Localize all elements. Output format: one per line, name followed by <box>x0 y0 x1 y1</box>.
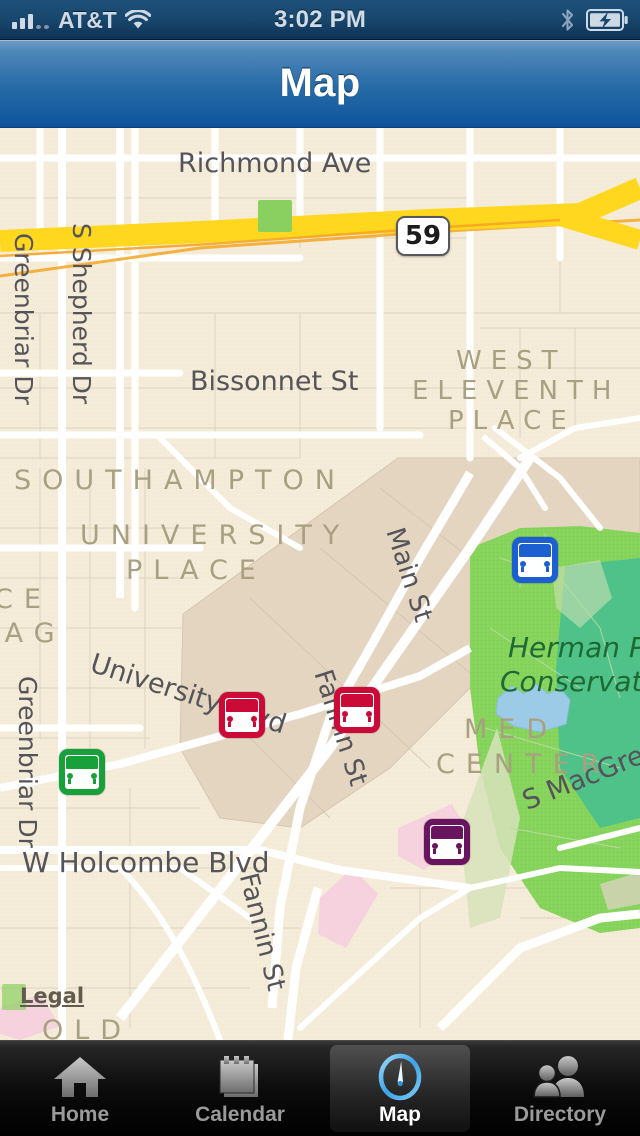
bus-marker-blue[interactable] <box>512 537 558 583</box>
bus-marker-red-1[interactable] <box>219 692 265 738</box>
navigation-bar: Map <box>0 40 640 128</box>
tab-calendar[interactable]: Calendar <box>160 1041 320 1136</box>
tab-home[interactable]: Home <box>0 1041 160 1136</box>
bus-marker-wheel-left <box>68 779 71 784</box>
tab-home-label: Home <box>50 1102 110 1126</box>
bus-marker-wheel-right <box>93 779 96 784</box>
bus-marker-wheel-left <box>343 717 346 722</box>
bus-marker-wheel-right <box>368 717 371 722</box>
legal-link[interactable]: Legal <box>20 984 84 1008</box>
people-icon <box>530 1053 590 1101</box>
bus-marker-window <box>226 699 258 712</box>
bus-marker-window <box>431 826 463 839</box>
bus-marker-wheel-right <box>253 722 256 727</box>
bus-marker-wheel-left <box>521 567 524 572</box>
tab-bar: Home Calendar Map Directory <box>0 1040 640 1136</box>
home-icon <box>52 1053 108 1101</box>
bus-marker-green[interactable] <box>59 749 105 795</box>
calendar-icon <box>215 1053 265 1101</box>
map-canvas[interactable] <box>0 128 640 1040</box>
battery-charging-icon <box>586 9 628 31</box>
tab-directory[interactable]: Directory <box>480 1041 640 1136</box>
tab-map[interactable]: Map <box>320 1041 480 1136</box>
tab-directory-label: Directory <box>513 1102 607 1126</box>
highway-shield-59: 59 <box>396 216 450 256</box>
bus-marker-wheel-left <box>228 722 231 727</box>
tab-calendar-label: Calendar <box>195 1102 285 1126</box>
tab-map-label: Map <box>379 1102 421 1126</box>
status-bar-right <box>560 0 628 40</box>
status-bar: AT&T 3:02 PM <box>0 0 640 40</box>
phone-screen: AT&T 3:02 PM Map 59 Richmond Ave Bissonn… <box>0 0 640 1136</box>
compass-icon <box>374 1053 426 1101</box>
bus-marker-window <box>341 694 373 707</box>
bluetooth-icon <box>560 8 575 32</box>
page-title: Map <box>279 61 361 105</box>
bus-marker-wheel-right <box>458 849 461 854</box>
map-view[interactable]: 59 Richmond Ave Bissonnet St Greenbriar Dr… <box>0 128 640 1040</box>
bus-marker-red-2[interactable] <box>334 687 380 733</box>
bus-marker-window <box>66 756 98 769</box>
bus-marker-purple[interactable] <box>424 819 470 865</box>
clock-label: 3:02 PM <box>273 6 367 33</box>
bus-marker-wheel-left <box>433 849 436 854</box>
bus-marker-wheel-right <box>546 567 549 572</box>
bus-marker-window <box>519 544 551 557</box>
